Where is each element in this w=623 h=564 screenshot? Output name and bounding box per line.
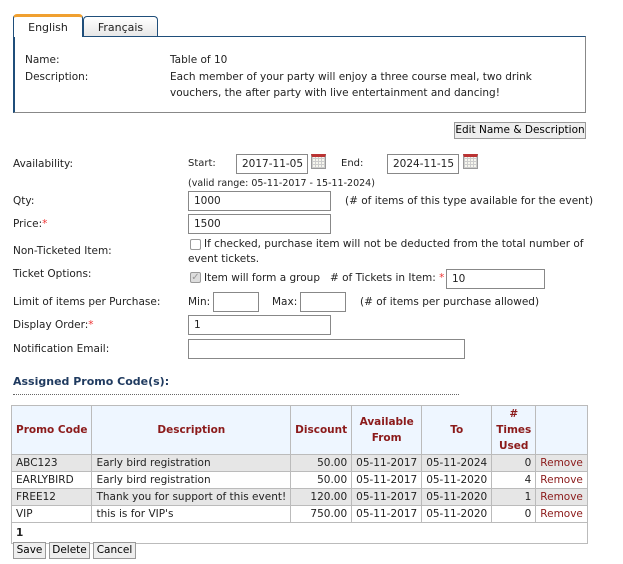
tickets-in-item-label: # of Tickets in Item: * <box>330 272 445 284</box>
ticket-options-label: Ticket Options: <box>13 268 92 280</box>
table-row: EARLYBIRD Early bird registration 50.00 05-… <box>10 471 588 489</box>
table-header: Promo Code Description Discount Availabl… <box>10 405 588 455</box>
discount: 750.00 <box>290 505 353 523</box>
valid-range-text: (valid range: 05-11-2017 - 15-11-2024) <box>188 178 375 189</box>
end-date-input[interactable]: 2024-11-15 <box>387 154 459 174</box>
group-checkbox[interactable]: ✓ <box>190 272 201 283</box>
col-description: Description <box>91 405 292 455</box>
availability-label: Availability: <box>13 158 74 170</box>
non-ticketed-label: Non-Ticketed Item: <box>13 245 112 257</box>
non-ticketed-text-2: event tickets. <box>188 253 260 265</box>
name-label: Name: <box>25 54 60 66</box>
tickets-in-item-input[interactable]: 10 <box>446 269 545 289</box>
col-discount: Discount <box>290 405 353 455</box>
col-promo-code: Promo Code <box>10 405 93 455</box>
table-row: ABC123 Early bird registration 50.00 05-11-… <box>10 454 588 472</box>
display-order-label: Display Order:* <box>13 319 94 331</box>
max-label: Max: <box>272 296 298 308</box>
tab-francais[interactable]: Français <box>83 16 158 37</box>
price-input[interactable]: 1500 <box>188 214 331 234</box>
limit-hint: (# of items per purchase allowed) <box>360 296 540 308</box>
display-order-input[interactable]: 1 <box>188 315 331 335</box>
discount: 120.00 <box>290 488 353 506</box>
times-used: 1 <box>491 488 537 506</box>
to: 05-11-2020 <box>421 471 493 489</box>
description: this is for VIP's <box>91 505 292 523</box>
table-row: FREE12 Thank you for support of this even… <box>10 488 588 506</box>
promo-table: Promo Code Description Discount Availabl… <box>10 405 588 544</box>
remove-link[interactable]: Remove <box>535 488 588 506</box>
available-from: 05-11-2017 <box>351 488 423 506</box>
available-from: 05-11-2017 <box>351 454 423 472</box>
group-text: Item will form a group <box>204 272 321 284</box>
price-label: Price:* <box>13 218 48 230</box>
description-label: Description: <box>25 71 89 83</box>
calendar-icon[interactable] <box>311 154 326 169</box>
notification-email-label: Notification Email: <box>13 343 110 355</box>
description: Early bird registration <box>91 454 292 472</box>
to: 05-11-2024 <box>421 454 493 472</box>
promo-code: VIP <box>10 505 93 523</box>
tab-english[interactable]: English <box>13 14 83 37</box>
times-used: 0 <box>491 454 537 472</box>
available-from: 05-11-2017 <box>351 471 423 489</box>
qty-label: Qty: <box>13 195 35 207</box>
start-label: Start: <box>188 158 216 169</box>
max-input[interactable] <box>300 292 346 312</box>
remove-link[interactable]: Remove <box>535 505 588 523</box>
non-ticketed-checkbox[interactable] <box>190 239 201 250</box>
cancel-button[interactable]: Cancel <box>93 542 136 559</box>
end-label: End: <box>341 158 364 169</box>
description: Early bird registration <box>91 471 292 489</box>
promo-code: ABC123 <box>10 454 93 472</box>
promo-code: FREE12 <box>10 488 93 506</box>
promo-code: EARLYBIRD <box>10 471 93 489</box>
to: 05-11-2020 <box>421 505 493 523</box>
min-label: Min: <box>188 296 211 308</box>
delete-button[interactable]: Delete <box>49 542 90 559</box>
col-to: To <box>421 405 493 455</box>
remove-link[interactable]: Remove <box>535 471 588 489</box>
col-times-used: # Times Used <box>491 405 537 455</box>
save-button[interactable]: Save <box>13 542 46 559</box>
min-input[interactable] <box>213 292 259 312</box>
notification-email-input[interactable] <box>188 339 465 359</box>
name-value: Table of 10 <box>170 54 228 66</box>
calendar-icon[interactable] <box>463 154 478 169</box>
table-row: VIP this is for VIP's 750.00 05-11-2017 05-1… <box>10 505 588 523</box>
times-used: 4 <box>491 471 537 489</box>
available-from: 05-11-2017 <box>351 505 423 523</box>
divider <box>13 394 459 395</box>
remove-link[interactable]: Remove <box>535 454 588 472</box>
discount: 50.00 <box>290 454 353 472</box>
non-ticketed-text: If checked, purchase item will not be de… <box>204 238 584 250</box>
description-line2: vouchers, the after party with live ente… <box>170 87 500 99</box>
description-line1: Each member of your party will enjoy a t… <box>170 71 532 83</box>
col-available-from: Available From <box>351 405 423 455</box>
promo-heading: Assigned Promo Code(s): <box>13 375 170 388</box>
col-actions <box>535 405 588 455</box>
qty-hint: (# of items of this type available for t… <box>345 195 594 207</box>
times-used: 0 <box>491 505 537 523</box>
description: Thank you for support of this event! <box>91 488 292 506</box>
to: 05-11-2020 <box>421 488 493 506</box>
limit-label: Limit of items per Purchase: <box>13 296 161 308</box>
edit-name-description-button[interactable]: Edit Name & Description <box>454 122 586 139</box>
pagination-page-1[interactable]: 1 <box>11 522 588 544</box>
qty-input[interactable]: 1000 <box>188 191 331 211</box>
start-date-input[interactable]: 2017-11-05 <box>236 154 308 174</box>
discount: 50.00 <box>290 471 353 489</box>
